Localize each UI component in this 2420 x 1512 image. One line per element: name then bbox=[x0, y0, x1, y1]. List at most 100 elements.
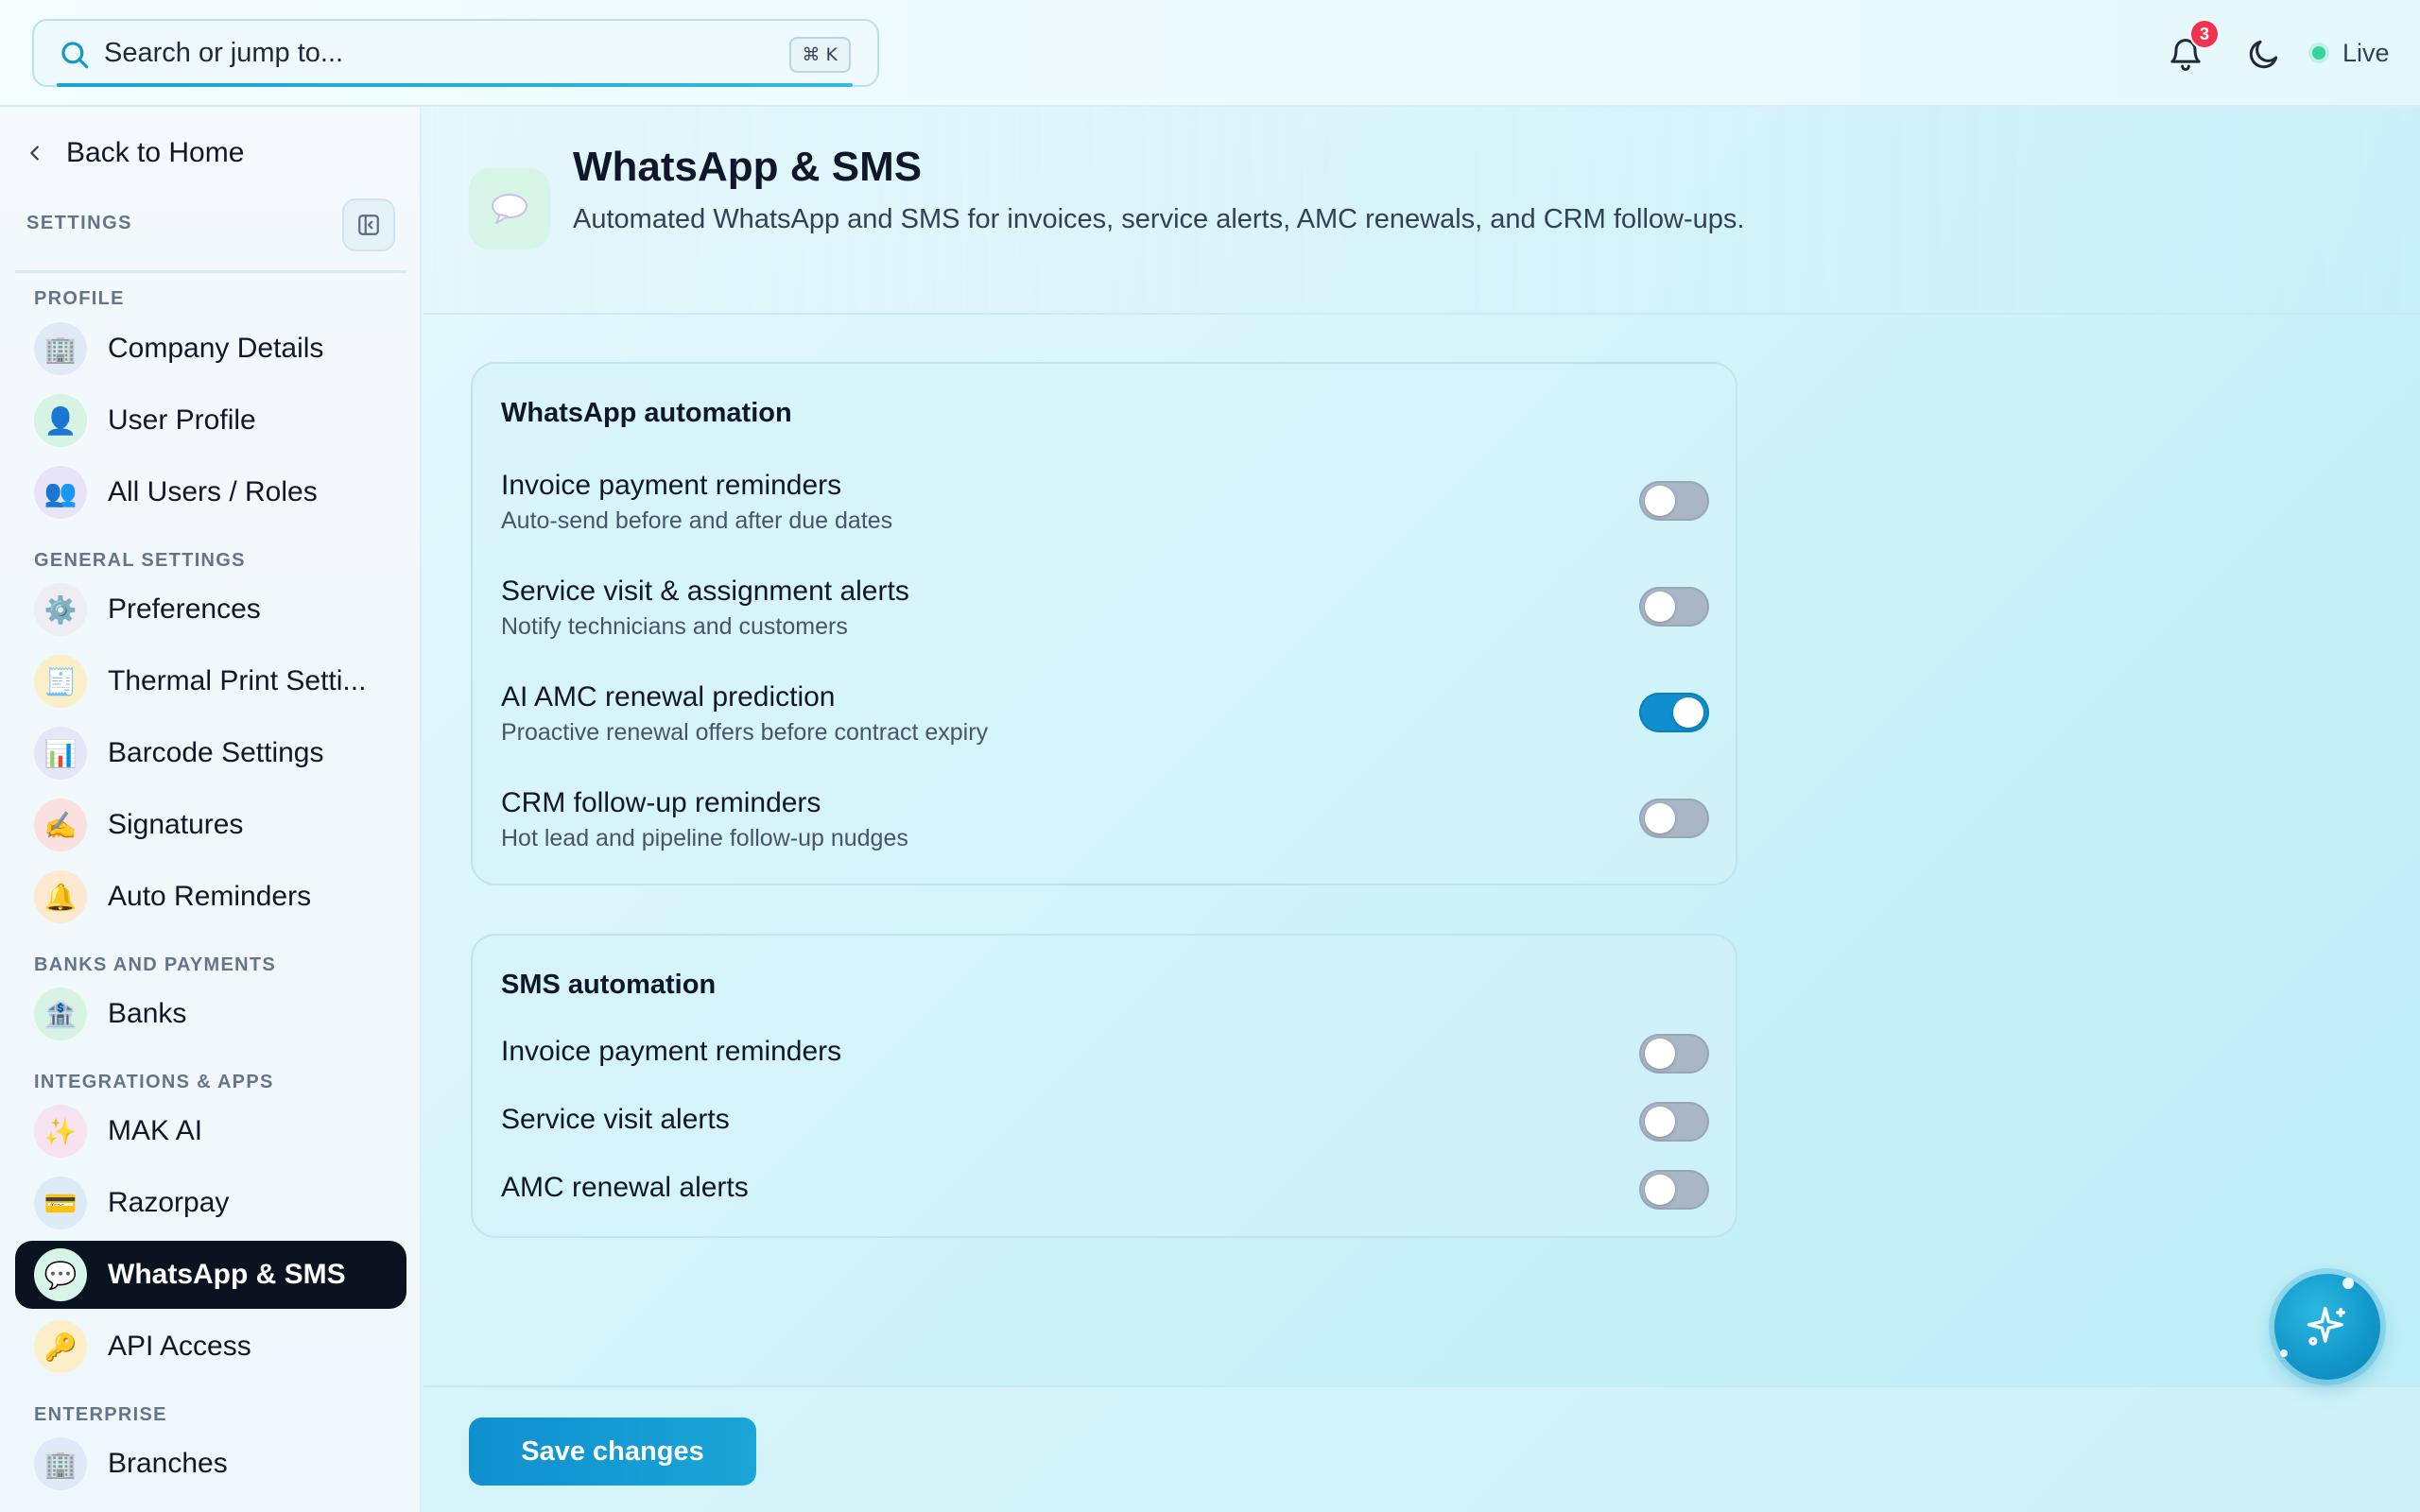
writing-hand-icon: ✍️ bbox=[34, 799, 87, 851]
row-label: AMC renewal alerts bbox=[501, 1172, 749, 1203]
sidebar-item-branches[interactable]: 🏢 Branches bbox=[15, 1430, 406, 1498]
sidebar-item-label: User Profile bbox=[108, 404, 256, 436]
whatsapp-service-alerts-toggle[interactable] bbox=[1639, 587, 1709, 627]
sms-automation-card: SMS automation Invoice payment reminders… bbox=[471, 934, 1737, 1238]
sidebar-item-mak-ai[interactable]: ✨ MAK AI bbox=[15, 1097, 406, 1165]
section-banks-payments: BANKS AND PAYMENTS bbox=[34, 954, 277, 975]
sidebar-item-label: Signatures bbox=[108, 809, 244, 840]
sidebar-item-barcode-settings[interactable]: 📊 Barcode Settings bbox=[15, 719, 406, 787]
toggle-knob bbox=[1645, 803, 1675, 833]
collapse-sidebar-button[interactable] bbox=[342, 198, 395, 251]
sidebar-collapse-icon bbox=[358, 215, 379, 235]
sidebar-item-label: All Users / Roles bbox=[108, 476, 318, 507]
sidebar-divider bbox=[15, 270, 406, 273]
ai-assistant-button[interactable] bbox=[2274, 1274, 2380, 1380]
sidebar-item-label: Banks bbox=[108, 998, 187, 1029]
row-description: Auto-send before and after due dates bbox=[501, 507, 893, 534]
row-label: Invoice payment reminders bbox=[501, 1036, 842, 1067]
toggle-knob bbox=[1645, 592, 1675, 622]
section-general-settings: GENERAL SETTINGS bbox=[34, 550, 246, 571]
row-label: CRM follow-up reminders bbox=[501, 787, 821, 818]
row-label: Service visit alerts bbox=[501, 1104, 730, 1135]
sidebar-item-banks[interactable]: 🏦 Banks bbox=[15, 980, 406, 1048]
barcode-chart-icon: 📊 bbox=[34, 727, 87, 780]
sidebar-item-thermal-print[interactable]: 🧾 Thermal Print Setti... bbox=[15, 647, 406, 715]
toggle-knob bbox=[1645, 1175, 1675, 1205]
chevron-left-icon bbox=[30, 146, 39, 161]
toggle-knob bbox=[1645, 1039, 1675, 1069]
notification-badge: 3 bbox=[2189, 19, 2220, 49]
fab-dot-icon bbox=[2280, 1349, 2288, 1357]
chat-bubble-graphic bbox=[492, 194, 527, 224]
key-icon: 🔑 bbox=[34, 1320, 87, 1373]
page-title: WhatsApp & SMS bbox=[573, 144, 923, 190]
sidebar-item-label: Branches bbox=[108, 1448, 228, 1479]
row-label: Invoice payment reminders bbox=[501, 470, 842, 501]
live-dot-icon bbox=[2312, 46, 2325, 60]
fab-dot-icon bbox=[2342, 1278, 2354, 1289]
section-enterprise: ENTERPRISE bbox=[34, 1404, 167, 1425]
search-input[interactable]: Search or jump to... bbox=[104, 38, 343, 69]
whatsapp-amc-renewal-toggle[interactable] bbox=[1639, 693, 1709, 732]
live-status: Live bbox=[2312, 34, 2390, 72]
users-icon: 👥 bbox=[34, 466, 87, 519]
sidebar-item-whatsapp-sms[interactable]: 💬 WhatsApp & SMS bbox=[15, 1241, 406, 1309]
toggle-knob bbox=[1673, 697, 1703, 728]
sidebar-item-signatures[interactable]: ✍️ Signatures bbox=[15, 791, 406, 859]
settings-sidebar: Back to Home SETTINGS PROFILE GENERAL SE… bbox=[0, 107, 422, 1512]
sidebar-item-all-users-roles[interactable]: 👥 All Users / Roles bbox=[15, 458, 406, 526]
toggle-knob bbox=[1645, 1107, 1675, 1137]
sidebar-item-label: Company Details bbox=[108, 333, 324, 364]
sidebar-item-label: WhatsApp & SMS bbox=[108, 1259, 346, 1290]
search-bar[interactable]: Search or jump to... ⌘ K bbox=[32, 19, 879, 87]
sparkle-icon bbox=[2307, 1306, 2346, 1346]
bell-icon: 🔔 bbox=[34, 870, 87, 923]
receipt-icon: 🧾 bbox=[34, 655, 87, 708]
card-title: WhatsApp automation bbox=[501, 398, 792, 428]
sidebar-item-label: Razorpay bbox=[108, 1187, 230, 1218]
whatsapp-crm-followup-toggle[interactable] bbox=[1639, 799, 1709, 838]
page-subtitle: Automated WhatsApp and SMS for invoices,… bbox=[573, 204, 1745, 234]
sidebar-item-company-details[interactable]: 🏢 Company Details bbox=[15, 315, 406, 383]
chat-bubble-icon bbox=[469, 168, 550, 249]
sms-amc-renewal-toggle[interactable] bbox=[1639, 1170, 1709, 1210]
back-to-home-link[interactable]: Back to Home bbox=[25, 129, 244, 177]
sidebar-item-preferences[interactable]: ⚙️ Preferences bbox=[15, 576, 406, 644]
sidebar-item-label: MAK AI bbox=[108, 1115, 203, 1146]
shortcut-hint: ⌘ K bbox=[788, 37, 851, 73]
credit-card-icon: 💳 bbox=[34, 1177, 87, 1229]
whatsapp-invoice-reminders-toggle[interactable] bbox=[1639, 481, 1709, 521]
sidebar-item-auto-reminders[interactable]: 🔔 Auto Reminders bbox=[15, 863, 406, 931]
sparkles-icon: ✨ bbox=[34, 1105, 87, 1158]
sms-service-alerts-toggle[interactable] bbox=[1639, 1102, 1709, 1142]
row-label: AI AMC renewal prediction bbox=[501, 681, 836, 713]
sidebar-item-label: Thermal Print Setti... bbox=[108, 665, 367, 696]
top-bar: Search or jump to... ⌘ K 3 Live bbox=[0, 0, 2420, 107]
sidebar-item-label: Auto Reminders bbox=[108, 881, 312, 912]
building-icon: 🏢 bbox=[34, 1437, 87, 1490]
card-title: SMS automation bbox=[501, 970, 717, 1000]
row-description: Proactive renewal offers before contract… bbox=[501, 719, 989, 746]
save-changes-button[interactable]: Save changes bbox=[469, 1418, 756, 1486]
sidebar-item-razorpay[interactable]: 💳 Razorpay bbox=[15, 1169, 406, 1237]
sidebar-item-api-access[interactable]: 🔑 API Access bbox=[15, 1313, 406, 1381]
user-icon: 👤 bbox=[34, 394, 87, 447]
toggle-knob bbox=[1645, 486, 1675, 516]
gear-icon: ⚙️ bbox=[34, 583, 87, 636]
moon-icon[interactable] bbox=[2246, 36, 2282, 72]
row-description: Hot lead and pipeline follow-up nudges bbox=[501, 825, 908, 851]
sidebar-item-user-profile[interactable]: 👤 User Profile bbox=[15, 387, 406, 455]
row-label: Service visit & assignment alerts bbox=[501, 576, 909, 607]
live-label: Live bbox=[2342, 38, 2390, 67]
bank-icon: 🏦 bbox=[34, 988, 87, 1040]
chat-bubble-icon: 💬 bbox=[34, 1248, 87, 1301]
section-integrations: INTEGRATIONS & APPS bbox=[34, 1072, 274, 1092]
search-icon bbox=[61, 42, 89, 69]
whatsapp-automation-card: WhatsApp automation Invoice payment remi… bbox=[471, 362, 1737, 885]
row-description: Notify technicians and customers bbox=[501, 613, 848, 640]
section-profile: PROFILE bbox=[34, 288, 125, 309]
sidebar-item-label: API Access bbox=[108, 1331, 251, 1362]
building-icon: 🏢 bbox=[34, 322, 87, 375]
sms-invoice-reminders-toggle[interactable] bbox=[1639, 1034, 1709, 1074]
sidebar-item-label: Preferences bbox=[108, 593, 261, 625]
